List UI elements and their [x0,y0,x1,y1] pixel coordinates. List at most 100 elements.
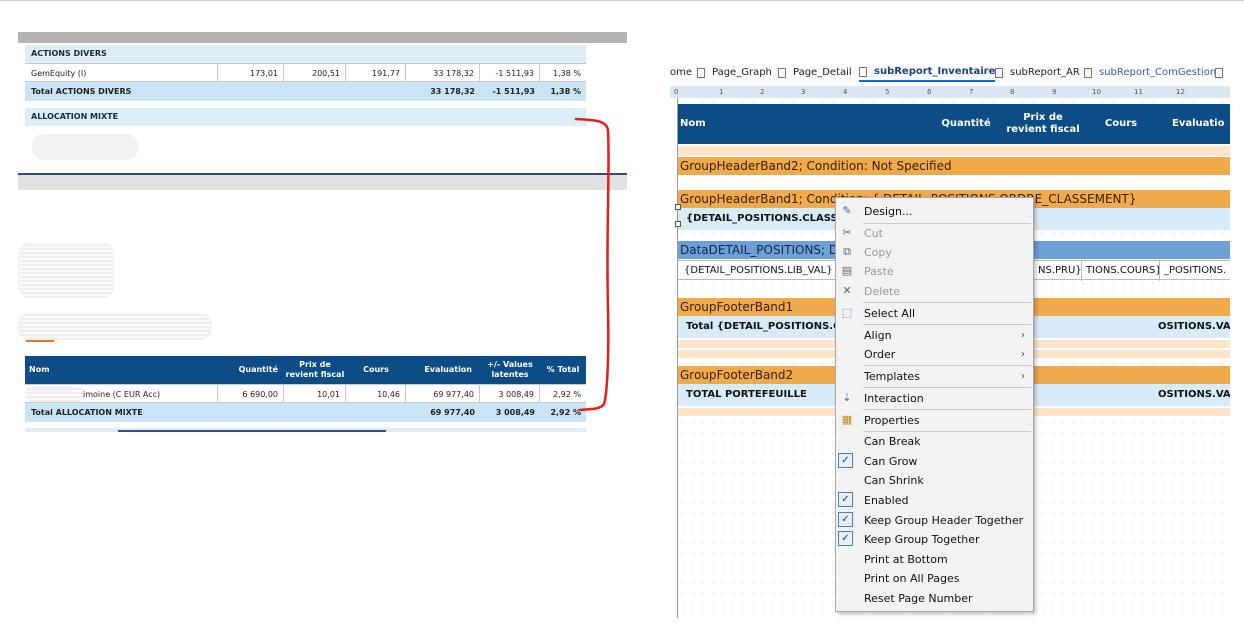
tab-label: subReport_AR [1010,67,1080,78]
cell-course: 10,46 [346,385,406,404]
header-course: Cours [363,365,389,374]
menu-item-can-shrink[interactable]: Can Shrink [836,471,1033,490]
checkmark-icon: ✓ [838,453,853,468]
menu-item-copy[interactable]: ⧉ Copy [836,243,1033,262]
menu-label: Can Shrink [864,474,924,487]
field-cours[interactable]: TIONS.COURS} [1082,261,1160,281]
menu-label: Print on All Pages [864,572,960,585]
cell-course: 191,77 [346,64,406,83]
document-icon [778,68,786,78]
ruler-tick: 7 [969,88,974,96]
menu-item-paste[interactable]: ▤ Paste [836,262,1033,281]
paste-icon: ▤ [841,264,853,277]
blurred-content [32,134,138,160]
tab-home[interactable]: ome [670,64,692,82]
header-name[interactable]: Nom [680,104,740,144]
chevron-right-icon: › [1021,330,1025,341]
menu-separator [863,365,1031,366]
menu-item-print-at-bottom[interactable]: Print at Bottom [836,550,1033,569]
tab-subreport-comgestion[interactable]: subReport_ComGestion [1084,64,1216,82]
design-icon: ✎ [842,204,852,217]
field-pru[interactable]: NS.PRU} [1036,261,1082,281]
document-icon [697,68,705,78]
page-header-band[interactable]: Nom Quantité Prix de revient fiscal Cour… [678,104,1230,144]
ruler-tick: 3 [801,88,806,96]
menu-item-cut[interactable]: ✂ Cut [836,224,1033,243]
menu-item-interaction[interactable]: ⇣ Interaction [836,389,1033,408]
document-icon [995,68,1003,78]
menu-label: Templates [864,370,920,383]
menu-item-can-grow[interactable]: ✓ Can Grow [836,452,1033,471]
total-values: -1 511,93 [492,87,535,96]
horizontal-ruler: 0 1 2 3 4 5 6 7 8 9 10 11 12 [670,86,1230,98]
menu-label: Select All [864,307,916,320]
section-title-actions: ACTIONS DIVERS [25,45,586,63]
menu-separator [863,324,1031,325]
grand-total-field[interactable]: TOTAL PORTEFEUILLE [686,389,807,400]
menu-item-print-on-all-pages[interactable]: Print on All Pages [836,569,1033,588]
menu-item-can-break[interactable]: Can Break [836,432,1033,451]
menu-item-properties[interactable]: ▦ Properties [836,411,1033,430]
total-value-field[interactable]: OSITIONS.VA [1158,316,1230,338]
menu-item-order[interactable]: Order › [836,345,1033,364]
context-menu: ✎ Design... ✂ Cut ⧉ Copy ▤ Paste ✕ Delete ⬚ Se… [835,197,1034,612]
checkmark-icon: ✓ [838,492,853,507]
menu-item-delete[interactable]: ✕ Delete [836,282,1033,301]
total-label: Total ALLOCATION MIXTE [31,408,143,417]
header-course[interactable]: Cours [1096,104,1146,144]
total-row: Total ALLOCATION MIXTE 69 977,40 3 008,4… [25,403,586,422]
menu-separator [863,302,1031,303]
cell-quantity: 6 690,00 [218,385,284,404]
orange-accent [26,340,54,342]
header-price: Prix de revient fiscal [285,360,345,379]
field-lib-val[interactable]: {DETAIL_POSITIONS.LIB_VAL} [680,261,838,281]
tab-overflow[interactable] [1215,64,1230,82]
ruler-tick: 6 [927,88,932,96]
band-spacer [678,146,1230,156]
total-label: Total ACTIONS DIVERS [31,87,132,96]
total-evaluation: 69 977,40 [430,408,475,417]
ruler-tick: 10 [1092,88,1101,96]
copy-icon: ⧉ [843,245,851,258]
blurred-title [18,312,212,340]
select-all-icon: ⬚ [841,306,853,319]
menu-item-keep-group-together[interactable]: ✓ Keep Group Together [836,530,1033,549]
menu-item-templates[interactable]: Templates › [836,367,1033,386]
header-evaluation: Evaluation [424,365,472,374]
grand-total-value-field[interactable]: OSITIONS.VA [1158,384,1230,406]
tab-page-graph[interactable]: Page_Graph [697,64,772,82]
tab-page-detail[interactable]: Page_Detail [778,64,852,82]
chevron-right-icon: › [1021,349,1025,360]
cell-price: 10,01 [284,385,346,404]
header-values: +/- Values latentes [487,360,533,379]
field-evaluation[interactable]: _POSITIONS. [1160,261,1230,281]
menu-item-design[interactable]: ✎ Design... [836,202,1033,221]
tab-subreport-ar[interactable]: subReport_AR [995,64,1080,82]
menu-separator [863,387,1031,388]
checkmark-icon: ✓ [838,531,853,546]
menu-item-select-all[interactable]: ⬚ Select All [836,304,1033,323]
cell-values: -1 511,93 [480,64,540,83]
menu-item-keep-group-header-together[interactable]: ✓ Keep Group Header Together [836,511,1033,530]
tab-label: subReport_ComGestion [1099,67,1217,78]
table-header: Nom Quantité Prix de revient fiscal Cour… [25,356,586,384]
cell-evaluation: 69 977,40 [406,385,480,404]
resize-handle[interactable] [675,204,681,210]
tab-label: subReport_Inventaire [874,66,996,77]
menu-item-enabled[interactable]: ✓ Enabled [836,491,1033,510]
ruler-tick: 9 [1052,88,1057,96]
menu-separator [863,409,1031,410]
scissors-icon: ✂ [842,226,852,239]
menu-label: Cut [864,227,883,240]
header-evaluation[interactable]: Evaluatio [1172,104,1230,144]
total-field[interactable]: Total {DETAIL_POSITIONS.CL [686,321,847,332]
menu-label: Design... [864,205,913,218]
menu-item-align[interactable]: Align › [836,326,1033,345]
menu-item-reset-page-number[interactable]: Reset Page Number [836,589,1033,608]
resize-handle[interactable] [675,221,681,227]
header-price[interactable]: Prix de revient fiscal [1004,104,1082,144]
menu-label: Interaction [864,392,924,405]
header-quantity[interactable]: Quantité [936,104,996,144]
tab-subreport-inventaire[interactable]: subReport_Inventaire [859,64,996,82]
group-header-band-2[interactable]: GroupHeaderBand2; Condition: Not Specifi… [678,157,1230,175]
